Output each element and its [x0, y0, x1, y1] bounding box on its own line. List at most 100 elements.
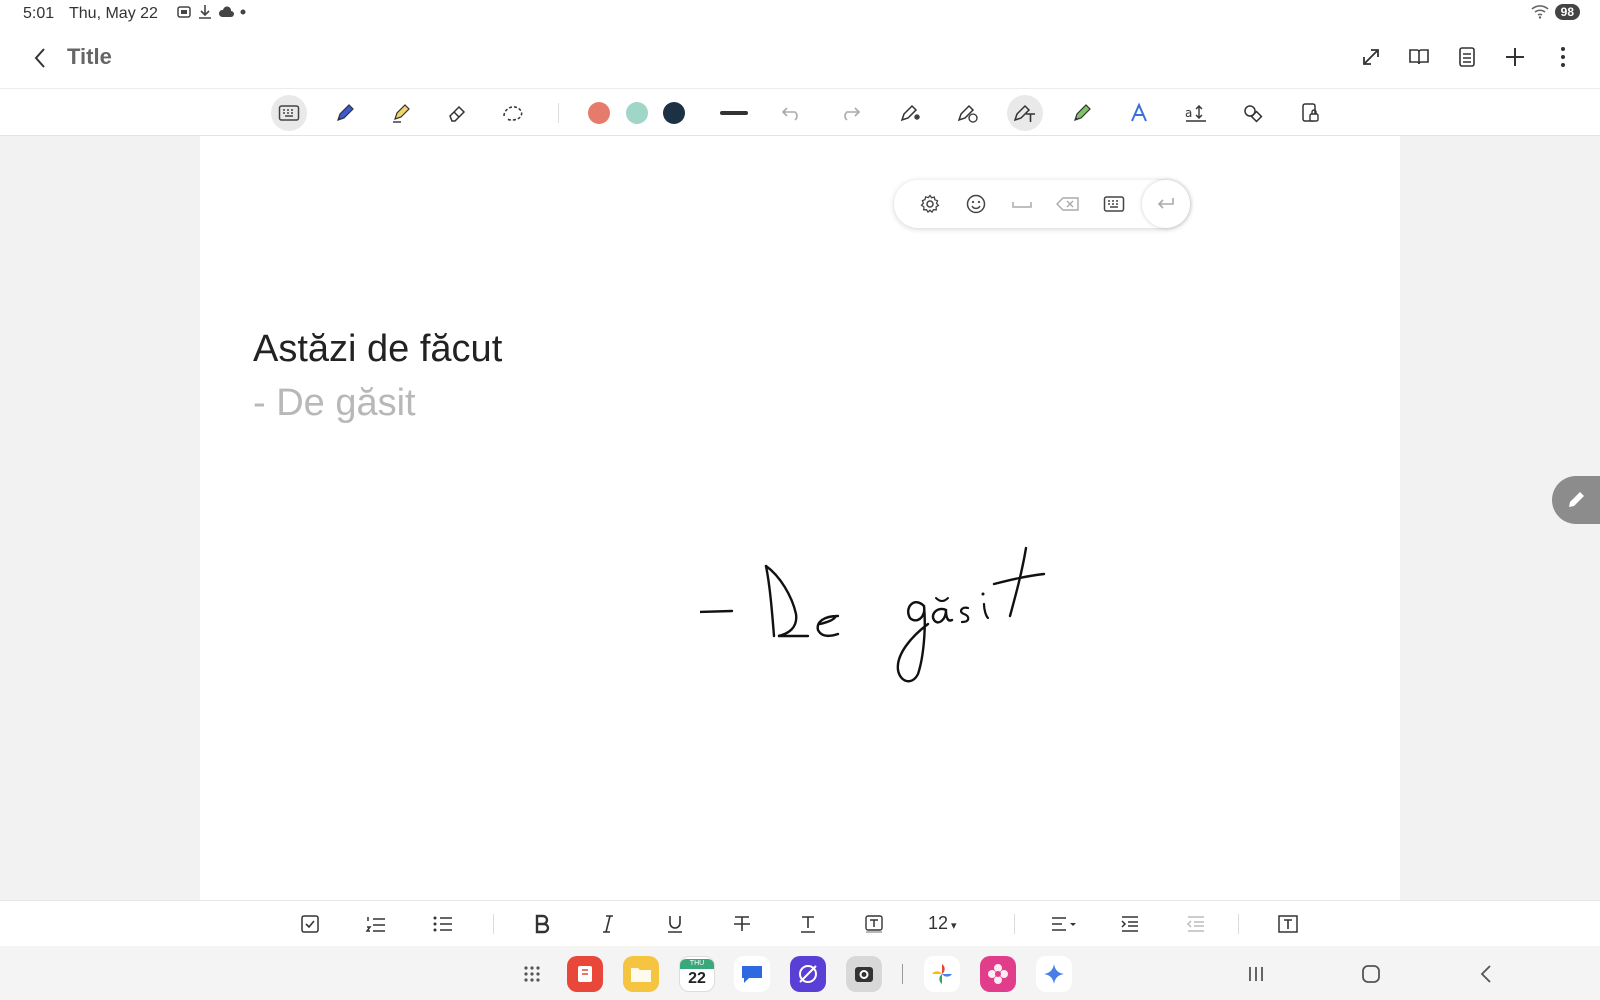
chat-bubble-icon [742, 966, 762, 983]
internet-app[interactable] [790, 956, 826, 992]
gallery-app[interactable] [980, 956, 1016, 992]
checkbox-icon [301, 915, 319, 933]
enter-icon [1157, 198, 1174, 209]
camera-app[interactable] [846, 956, 882, 992]
text-background-button[interactable] [858, 908, 890, 940]
indent-button[interactable] [1114, 908, 1146, 940]
photos-app[interactable] [924, 956, 960, 992]
space-icon [1012, 202, 1032, 208]
font-size-selector[interactable]: 12 ▾ [928, 913, 957, 934]
emoji-button[interactable] [960, 188, 992, 220]
more-options-button[interactable] [1546, 40, 1580, 74]
undo-button[interactable] [774, 95, 810, 131]
outdent-button[interactable] [1180, 908, 1212, 940]
space-button[interactable] [1006, 188, 1038, 220]
pen-button[interactable] [327, 95, 363, 131]
enter-button[interactable] [1142, 180, 1190, 228]
status-date: Thu, May 22 [69, 5, 158, 22]
recent-apps-icon [1249, 967, 1263, 981]
backspace-icon [1056, 197, 1079, 211]
keyboard-button[interactable] [1098, 188, 1130, 220]
browser-icon [799, 965, 817, 983]
italic-icon [603, 915, 613, 933]
italic-button[interactable] [592, 908, 624, 940]
settings-button[interactable] [914, 188, 946, 220]
my-files-app[interactable] [623, 956, 659, 992]
redo-icon [844, 107, 861, 121]
text-style-icon [1131, 102, 1147, 122]
numbered-list-button[interactable] [360, 908, 392, 940]
wifi-icon [1531, 5, 1549, 19]
align-button[interactable] [1048, 908, 1080, 940]
lasso-button[interactable] [495, 95, 531, 131]
backspace-button[interactable] [1052, 188, 1084, 220]
lock-page-icon [1302, 103, 1319, 122]
home-button[interactable] [1355, 958, 1387, 990]
calendar-day-number: 22 [688, 970, 706, 987]
app-grid-icon [524, 966, 540, 982]
text-pen-button[interactable] [1007, 95, 1043, 131]
bullet-list-button[interactable] [427, 908, 459, 940]
keyboard-mode-button[interactable] [271, 95, 307, 131]
highlighter-button[interactable] [383, 95, 419, 131]
align-left-icon [1052, 917, 1076, 931]
keyboard-icon [278, 105, 300, 121]
samsung-notes-app[interactable] [567, 956, 603, 992]
nav-back-button[interactable] [1470, 958, 1502, 990]
page-view-button[interactable] [1450, 40, 1484, 74]
emoji-icon [966, 194, 986, 214]
text-box-button[interactable] [1272, 908, 1304, 940]
chevron-down-icon: ▾ [951, 920, 957, 932]
text-box-icon [1278, 915, 1298, 933]
shape-pen-button[interactable] [893, 95, 929, 131]
edit-floating-button[interactable] [1552, 476, 1600, 524]
text-size-icon: a [1185, 105, 1206, 122]
screenshot-icon [177, 6, 191, 18]
stroke-width-button[interactable] [716, 95, 752, 131]
shapes-button[interactable] [1235, 95, 1271, 131]
note-heading[interactable]: Astăzi de făcut [253, 328, 502, 371]
green-pen-button[interactable] [1064, 95, 1100, 131]
green-pen-icon [1074, 104, 1091, 121]
recent-apps-button[interactable] [1240, 958, 1272, 990]
back-button[interactable] [24, 42, 56, 74]
eraser-button[interactable] [439, 95, 475, 131]
color-swatch-red[interactable] [588, 102, 610, 124]
fullscreen-button[interactable] [1354, 40, 1388, 74]
plus-icon [1506, 48, 1524, 66]
pencil-icon [1569, 492, 1584, 507]
text-size-button[interactable]: a [1178, 95, 1214, 131]
book-view-button[interactable] [1402, 40, 1436, 74]
text-style-button[interactable] [1121, 95, 1157, 131]
recognized-text-preview: - De găsit [253, 382, 416, 424]
calendar-app[interactable]: THU 22 [679, 956, 715, 992]
bold-button[interactable] [526, 908, 558, 940]
underline-button[interactable] [659, 908, 691, 940]
eraser-icon [449, 105, 466, 122]
battery-level: 98 [1554, 4, 1580, 20]
shape-pen-icon [900, 104, 920, 122]
redo-button[interactable] [832, 95, 868, 131]
text-color-button[interactable] [792, 908, 824, 940]
checkbox-list-button[interactable] [294, 908, 326, 940]
color-swatch-teal[interactable] [626, 102, 648, 124]
strikethrough-button[interactable] [726, 908, 758, 940]
add-page-button[interactable] [1498, 40, 1532, 74]
handwriting-strokes [700, 546, 1046, 683]
note-title[interactable]: Title [67, 44, 112, 70]
note-canvas[interactable]: Astăzi de făcut - De găsit [200, 136, 1400, 900]
handwriting-to-text-button[interactable] [950, 95, 986, 131]
cloud-icon [218, 6, 234, 17]
indent-icon [1121, 916, 1138, 932]
messages-app[interactable] [734, 956, 770, 992]
taskbar: THU 22 [0, 946, 1600, 1000]
strikethrough-icon [734, 916, 750, 931]
book-icon [1409, 49, 1429, 65]
download-icon [199, 5, 211, 19]
handwriting-to-text-icon [957, 104, 978, 123]
sparkle-icon [1044, 964, 1064, 984]
lock-page-button[interactable] [1292, 95, 1328, 131]
color-swatch-navy[interactable] [663, 102, 685, 124]
apps-button[interactable] [516, 958, 548, 990]
gemini-app[interactable] [1036, 956, 1072, 992]
